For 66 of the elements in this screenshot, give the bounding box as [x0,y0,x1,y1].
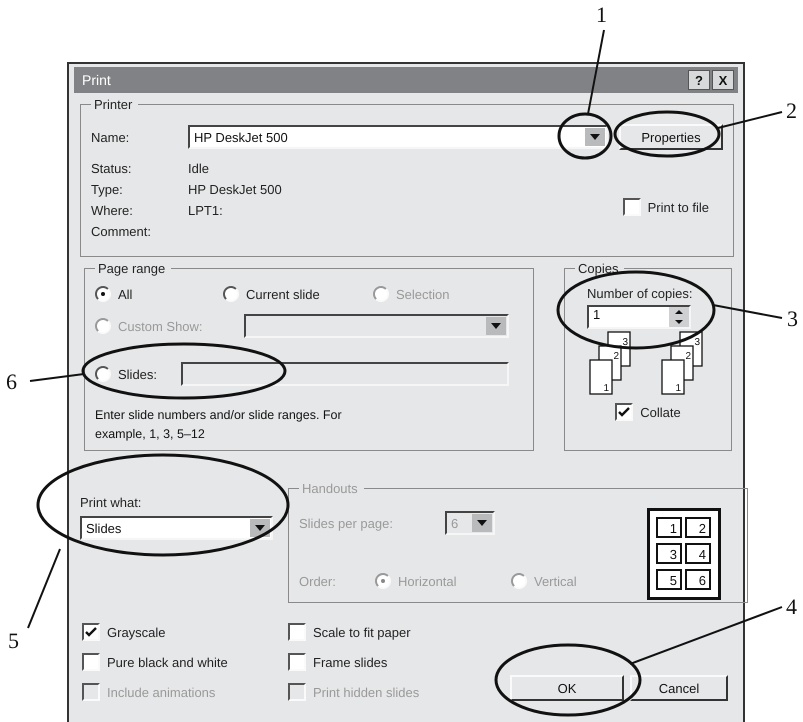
radio-button[interactable] [95,286,111,302]
detail-value: Idle [188,160,210,177]
dialog-button[interactable]: Cancel [630,675,728,701]
callout-number: 5 [8,630,19,652]
group-label: Page range [97,261,166,276]
group-label: Printer [93,97,134,112]
dialog-button[interactable]: OK [510,675,624,701]
detail-label: Type: [91,181,124,198]
radio-label: Vertical [534,574,577,588]
leader-line [30,373,84,382]
radio-label: Selection [396,286,450,302]
radio-label: Current slide [246,286,320,302]
title-button[interactable]: ? [688,70,710,90]
radio-button[interactable] [223,286,239,302]
field-label: Order: [299,574,337,588]
radio-label: Horizontal [398,574,457,588]
checkbox[interactable] [288,653,306,671]
checkbox[interactable] [615,403,634,421]
checkbox[interactable] [622,198,641,216]
detail-label: Where: [91,202,134,219]
copies-spinner[interactable]: 1 [587,305,691,329]
field-label: Name: [91,130,130,144]
checkbox-label: Include animations [107,684,216,700]
callout-number: 3 [787,308,798,330]
properties-button[interactable]: Properties [619,124,723,150]
checkbox[interactable] [82,623,100,641]
dropdown-arrow-icon [255,525,265,531]
callout-number: 6 [6,371,17,393]
group-label: Copies [577,261,620,276]
detail-label: Status: [91,160,132,177]
callout-number: 2 [786,100,797,122]
radio-label: Custom Show: [118,318,203,334]
checkbox-label: Scale to fit paper [313,624,411,640]
checkbox-label: Pure black and white [107,654,228,670]
leader-line [718,111,782,129]
radio-label: All [118,286,132,302]
print-what-dropdown[interactable]: Slides [80,516,273,540]
field-label: Print what: [80,495,142,510]
handout-layout-drawing: 1 2 3 4 5 6 [647,508,721,600]
checkbox[interactable] [288,623,306,641]
dropdown-arrow-icon [491,323,501,329]
field-label: Slides per page: [299,516,394,530]
group-label: Handouts [301,481,359,496]
field-label: Number of copies: [587,286,692,301]
title-button[interactable]: X [712,70,734,90]
callout-number: 1 [596,4,607,26]
checkbox-label: Collate [640,404,681,420]
dropdown-arrow-icon [477,520,487,526]
radio-label: Slides: [118,366,158,382]
checkbox-label: Print to file [648,200,709,214]
custom-show-dropdown[interactable] [244,314,509,338]
checkbox[interactable] [82,653,100,671]
checkbox-label: Frame slides [313,654,388,670]
leader-line [712,304,782,319]
hint-text: Enter slide numbers and/or slide ranges. For example, 1, 3, 5–12 [95,407,343,443]
callout-number: 4 [786,596,797,618]
checkbox-label: Print hidden slides [313,684,420,700]
window-title: Print [82,72,111,88]
detail-value: HP DeskJet 500 [188,181,283,198]
slides-field[interactable] [181,362,509,386]
checkbox-label: Grayscale [107,624,166,640]
dropdown-arrow-icon [590,134,600,140]
radio-button[interactable] [95,366,111,382]
detail-value: LPT1: [188,202,224,219]
printer-dropdown[interactable]: HP DeskJet 500 [188,125,608,149]
detail-label: Comment: [91,223,152,240]
